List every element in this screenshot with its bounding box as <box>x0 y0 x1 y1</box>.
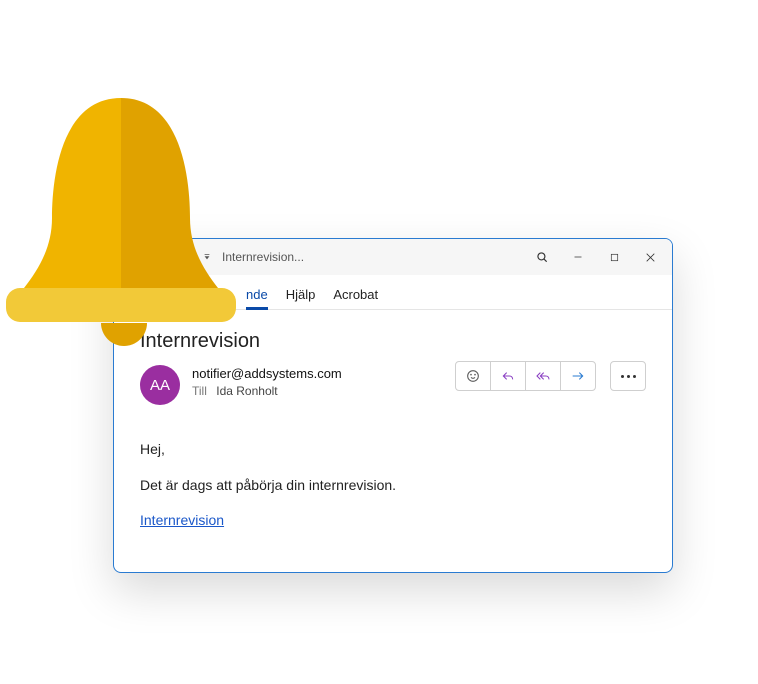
menu-item-hjalp[interactable]: Hjälp <box>286 287 316 309</box>
email-body: Hej, Det är dags att påbörja din internr… <box>140 439 646 532</box>
recipient-name: Ida Ronholt <box>216 384 277 398</box>
minimize-button[interactable] <box>562 243 594 271</box>
ellipsis-icon <box>621 375 636 378</box>
forward-icon[interactable] <box>560 362 595 390</box>
message-actions <box>455 361 646 391</box>
sender-info: notifier@addsystems.com Till Ida Ronholt <box>192 365 342 399</box>
close-button[interactable] <box>634 243 666 271</box>
titlebar-right-controls <box>526 243 666 271</box>
menu-item-meddelande[interactable]: nde <box>246 287 268 309</box>
body-link[interactable]: Internrevision <box>140 512 224 528</box>
body-greeting: Hej, <box>140 439 646 461</box>
sender-address: notifier@addsystems.com <box>192 365 342 383</box>
to-label: Till <box>192 384 207 398</box>
window-title: Internrevision... <box>212 250 526 264</box>
recipient-line: Till Ida Ronholt <box>192 383 342 399</box>
reply-group <box>455 361 596 391</box>
sender-avatar: AA <box>140 365 180 405</box>
body-line-1: Det är dags att påbörja din internrevisi… <box>140 475 646 497</box>
react-icon[interactable] <box>456 362 490 390</box>
reply-all-icon[interactable] <box>525 362 560 390</box>
reply-icon[interactable] <box>490 362 525 390</box>
more-actions-button[interactable] <box>610 361 646 391</box>
email-header: AA notifier@addsystems.com Till Ida Ronh… <box>140 365 646 417</box>
bell-illustration <box>6 98 236 358</box>
search-icon[interactable] <box>526 243 558 271</box>
menu-item-acrobat[interactable]: Acrobat <box>333 287 378 309</box>
maximize-button[interactable] <box>598 243 630 271</box>
